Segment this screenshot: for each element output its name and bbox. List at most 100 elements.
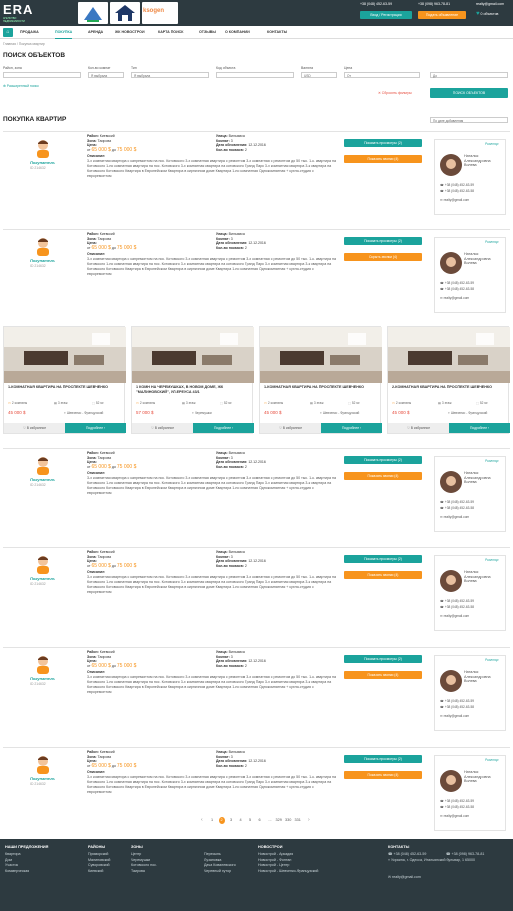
nav-map-search[interactable]: Карта поиск [158,26,183,39]
show-views-button[interactable]: Показать просмотры (2) [344,555,422,563]
price-to-input[interactable]: До [430,72,508,78]
page-link[interactable]: 2 [218,817,225,824]
footer-email[interactable]: ✉ realty@gmail.com [388,875,421,881]
property-card[interactable]: 2-комнатная квартира на проспекте Шевчен… [387,326,510,434]
footer-link[interactable]: Котовского пос. [131,863,157,869]
show-calls-button[interactable]: Показать звонки (4) [344,571,422,579]
extended-search-link[interactable]: ⊕ Расширенный поиск [3,84,39,88]
details-button[interactable]: Подробнее › [321,423,382,433]
nav-about[interactable]: О компании [225,26,250,39]
prev-arrow-icon[interactable]: ‹ [201,817,203,823]
nav-contacts[interactable]: Контакты [267,26,287,39]
page-link[interactable]: 330 [285,817,291,824]
footer-link[interactable]: Новострой - Шевченко-Французский [258,869,318,875]
rooms-select[interactable]: Я выбрала [88,72,124,78]
page-link[interactable]: 4 [238,817,244,824]
show-calls-button[interactable]: Показать звонки (4) [344,671,422,679]
next-arrow-icon[interactable]: › [308,817,310,823]
footer-link[interactable]: Дача Ковалевского [204,863,236,869]
partner-logo-1[interactable] [78,2,108,24]
agent-phone-2[interactable]: ☎ +38 (048) 452-63-58 [440,506,474,510]
page-link[interactable]: 6 [257,817,263,824]
footer-link[interactable]: Коммерческая [5,869,29,875]
add-favorite-button[interactable]: ♡ В избранное [260,423,321,433]
footer-phone-1[interactable]: ☎ +38 (048) 452-63-59 [388,852,426,858]
property-photo[interactable] [132,327,254,383]
agent-phone-2[interactable]: ☎ +38 (048) 452-63-58 [440,705,474,709]
favorites-link[interactable]: ♥ 0 объектов [476,11,498,17]
details-button[interactable]: Подробнее › [449,423,510,433]
home-icon[interactable]: ⌂ [3,28,13,37]
page-link[interactable]: 331 [295,817,301,824]
footer-link[interactable]: Черевный хутор [204,869,236,875]
agent-email[interactable]: ✉ realty@gmail.com [440,296,469,300]
footer-link[interactable]: Приморский [88,852,110,858]
reset-filters-link[interactable]: ✕ Сбросить фильтры [378,91,412,95]
agent-email[interactable]: ✉ realty@gmail.com [440,814,469,818]
agent-email[interactable]: ✉ realty@gmail.com [440,714,469,718]
nav-sale[interactable]: Продажа [20,26,39,39]
header-phone-1[interactable]: +38 (048) 452-63-59 [360,2,392,6]
show-calls-button[interactable]: Показать звонки (4) [344,771,422,779]
agent-email[interactable]: ✉ realty@gmail.com [440,515,469,519]
show-views-button[interactable]: Показать просмотры (2) [344,237,422,245]
footer-link[interactable]: Таирова [131,869,157,875]
agent-email[interactable]: ✉ realty@gmail.com [440,198,469,202]
add-favorite-button[interactable]: ♡ В избранное [132,423,193,433]
agent-phone-1[interactable]: ☎ +38 (048) 452-63-59 [440,599,474,603]
search-button[interactable]: Поиск объектов [430,88,508,98]
agent-phone-1[interactable]: ☎ +38 (048) 452-63-59 [440,799,474,803]
agent-email[interactable]: ✉ realty@gmail.com [440,614,469,618]
property-photo[interactable] [4,327,126,383]
add-listing-button[interactable]: Подать объявление [418,11,466,19]
header-phone-2[interactable]: +38 (098) 963-78-81 [418,2,450,6]
page-link[interactable]: 1 [209,817,215,824]
page-link[interactable]: 3 [228,817,234,824]
show-calls-button[interactable]: Показать звонки (4) [344,155,422,163]
partner-logo-2[interactable] [110,2,140,24]
card-title[interactable]: 2-комнатная квартира на проспекте Шевчен… [392,385,506,399]
footer-link[interactable]: Киевский [88,869,110,875]
card-title[interactable]: 1-комнатная квартира на проспекте Шевчен… [8,385,122,399]
show-calls-button[interactable]: Показать звонки (4) [344,472,422,480]
property-card[interactable]: 1 комн на Черемушках, в новом доме, ЖК "… [131,326,254,434]
agent-phone-2[interactable]: ☎ +38 (048) 452-63-58 [440,189,474,193]
agent-phone-1[interactable]: ☎ +38 (048) 452-63-59 [440,281,474,285]
price-from-input[interactable]: От [344,72,420,78]
card-title[interactable]: 1-комнатная квартира на проспекте Шевчен… [264,385,378,399]
header-email[interactable]: realty@gmail.com [476,2,504,6]
show-views-button[interactable]: Показать просмотры (2) [344,755,422,763]
region-select[interactable] [3,72,81,78]
show-views-button[interactable]: Показать просмотры (2) [344,655,422,663]
footer-link[interactable]: Суворовский [88,863,110,869]
agent-phone-1[interactable]: ☎ +38 (048) 452-63-59 [440,699,474,703]
nav-reviews[interactable]: Отзывы [199,26,216,39]
nav-buy[interactable]: Покупка [55,26,73,39]
type-select[interactable]: Я выбрала [131,72,209,78]
breadcrumb[interactable]: Главная / Покупка квартир [3,42,45,46]
agent-phone-2[interactable]: ☎ +38 (048) 452-63-58 [440,287,474,291]
agent-phone-2[interactable]: ☎ +38 (048) 452-63-58 [440,805,474,809]
page-link[interactable]: 5 [247,817,253,824]
partner-logo-3[interactable]: ksogen [142,2,178,24]
agent-phone-1[interactable]: ☎ +38 (048) 452-63-59 [440,183,474,187]
era-logo[interactable]: ERA АГЕНСТВО НЕДВИЖИМОСТИ [3,3,37,23]
property-card[interactable]: 1-комнатная квартира на проспекте Шевчен… [259,326,382,434]
add-favorite-button[interactable]: ♡ В избранное [388,423,449,433]
property-photo[interactable] [388,327,510,383]
login-button[interactable]: Вход / Регистрация [360,11,412,19]
details-button[interactable]: Подробнее › [65,423,126,433]
show-views-button[interactable]: Показать просмотры (2) [344,456,422,464]
property-card[interactable]: 1-комнатная квартира на проспекте Шевчен… [3,326,126,434]
footer-phone-2[interactable]: ☎ +38 (098) 963-78-81 [446,852,484,858]
currency-select[interactable]: USD [301,72,337,78]
show-calls-button[interactable]: Скрыть звонки (4) [344,253,422,261]
sort-select[interactable]: По дате добавления [430,117,508,123]
details-button[interactable]: Подробнее › [193,423,254,433]
agent-phone-2[interactable]: ☎ +38 (048) 452-63-58 [440,605,474,609]
property-photo[interactable] [260,327,382,383]
code-input[interactable] [216,72,294,78]
show-views-button[interactable]: Показать просмотры (2) [344,139,422,147]
page-link[interactable]: 329 [276,817,282,824]
nav-new-buildings[interactable]: ЖК новострои [115,26,145,39]
